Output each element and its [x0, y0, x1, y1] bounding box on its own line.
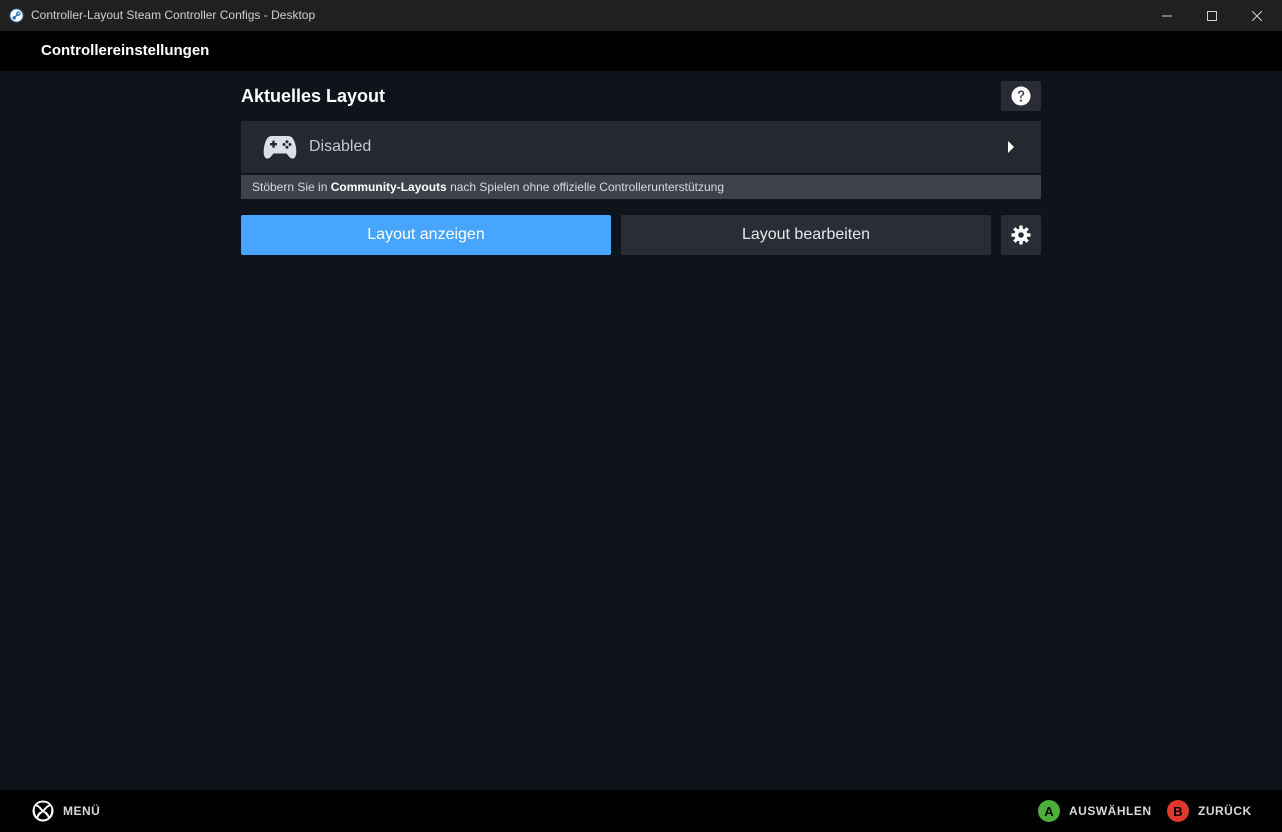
gamepad-icon	[263, 136, 297, 159]
settings-button[interactable]	[1001, 215, 1041, 255]
maximize-button[interactable]	[1189, 0, 1235, 31]
window-title: Controller-Layout Steam Controller Confi…	[31, 8, 316, 22]
community-hint-text: Stöbern Sie in Community-Layouts nach Sp…	[252, 175, 724, 199]
window-titlebar: Controller-Layout Steam Controller Confi…	[0, 0, 1282, 32]
layout-selector[interactable]: Disabled	[241, 121, 1041, 173]
back-label: ZURÜCK	[1198, 804, 1252, 818]
community-layouts-hint[interactable]: Stöbern Sie in Community-Layouts nach Sp…	[241, 175, 1041, 199]
layout-name: Disabled	[309, 138, 372, 155]
page-header: Controllereinstellungen	[0, 31, 1282, 71]
show-layout-button[interactable]: Layout anzeigen	[241, 215, 611, 255]
section-title: Aktuelles Layout	[241, 86, 386, 106]
chevron-right-icon	[1008, 141, 1014, 153]
community-suffix: nach Spielen ohne offizielle Controlleru…	[446, 180, 725, 194]
page-title: Controllereinstellungen	[41, 42, 210, 59]
question-icon	[1011, 86, 1031, 106]
footer-bar: MENÜ A AUSWÄHLEN B ZURÜCK	[0, 790, 1282, 832]
current-layout-panel: Aktuelles Layout Disabled Stöbern Sie in…	[0, 71, 1282, 285]
minimize-button[interactable]	[1144, 0, 1190, 31]
steam-icon	[9, 8, 24, 23]
menu-label: MENÜ	[63, 804, 101, 818]
footer-menu[interactable]: MENÜ	[32, 790, 100, 832]
footer-select[interactable]: A AUSWÄHLEN	[1038, 790, 1152, 832]
b-button-icon: B	[1167, 800, 1189, 822]
edit-layout-button[interactable]: Layout bearbeiten	[621, 215, 991, 255]
xbox-icon	[32, 800, 54, 822]
community-layouts-link[interactable]: Community-Layouts	[331, 180, 447, 194]
close-icon	[1252, 10, 1262, 21]
footer-back[interactable]: B ZURÜCK	[1167, 790, 1252, 832]
minimize-icon	[1162, 15, 1172, 16]
a-button-icon: A	[1038, 800, 1060, 822]
gear-icon	[1011, 225, 1031, 245]
help-button[interactable]	[1001, 81, 1041, 111]
community-prefix: Stöbern Sie in	[252, 180, 331, 194]
select-label: AUSWÄHLEN	[1069, 804, 1152, 818]
maximize-icon	[1207, 10, 1217, 21]
close-button[interactable]	[1234, 0, 1280, 31]
